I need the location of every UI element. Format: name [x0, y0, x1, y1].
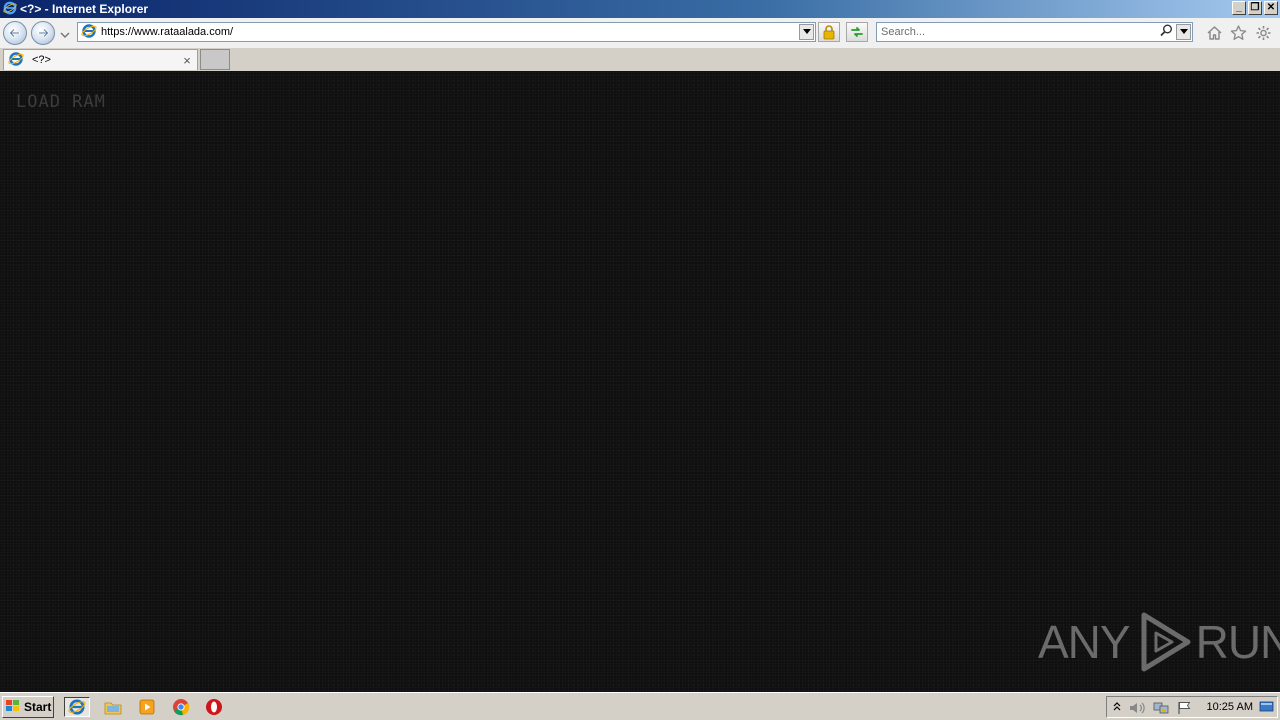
opera-icon	[206, 699, 222, 715]
play-logo-icon	[1141, 612, 1191, 672]
start-button[interactable]: Start	[2, 696, 54, 718]
lock-icon	[823, 25, 835, 40]
action-center-flag-icon[interactable]	[1177, 701, 1193, 718]
system-tray: 10:25 AM	[1106, 696, 1278, 718]
search-dropdown-button[interactable]	[1176, 24, 1191, 40]
search-box[interactable]	[876, 22, 1193, 42]
anyrun-watermark: ANY RUN	[1038, 611, 1280, 673]
taskbar-media-player[interactable]	[134, 697, 160, 717]
start-label: Start	[24, 700, 52, 714]
refresh-button[interactable]	[846, 22, 868, 42]
show-desktop-icon[interactable]	[1259, 701, 1274, 716]
tab-active[interactable]: <?> ×	[3, 49, 198, 70]
tab-label: <?>	[32, 54, 51, 66]
close-button[interactable]: ✕	[1264, 1, 1278, 15]
url-text[interactable]: https://www.rataalada.com/	[101, 26, 799, 38]
media-player-icon	[139, 699, 155, 715]
restore-button[interactable]: ❐	[1248, 1, 1262, 15]
chevron-down-icon	[802, 29, 811, 34]
home-icon[interactable]	[1206, 25, 1223, 44]
page-content: LOAD RAM ANY RUN	[0, 71, 1280, 692]
window-title: <?> - Internet Explorer	[20, 2, 149, 16]
watermark-left-text: ANY	[1038, 616, 1131, 668]
taskbar-internet-explorer[interactable]	[64, 697, 90, 717]
forward-button[interactable]	[31, 21, 55, 45]
new-tab-button[interactable]	[200, 49, 230, 70]
network-icon[interactable]	[1153, 701, 1169, 718]
security-lock-button[interactable]	[818, 22, 840, 42]
show-hidden-icons-icon[interactable]	[1113, 701, 1121, 716]
chevron-down-icon	[1179, 29, 1188, 34]
minimize-button[interactable]: _	[1232, 1, 1246, 15]
taskbar-file-explorer[interactable]	[100, 697, 126, 717]
taskbar: Start 10:25 AM	[0, 692, 1280, 720]
window-controls: _ ❐ ✕	[1232, 1, 1278, 15]
search-icon[interactable]	[1160, 24, 1173, 40]
load-ram-text: LOAD RAM	[16, 92, 106, 112]
volume-icon[interactable]	[1129, 701, 1147, 718]
windows-logo-icon	[5, 699, 21, 716]
search-input[interactable]	[877, 25, 1160, 39]
internet-explorer-icon	[8, 51, 24, 70]
navigation-bar: https://www.rataalada.com/	[0, 18, 1280, 49]
internet-explorer-icon	[68, 699, 86, 715]
back-button[interactable]	[3, 21, 27, 45]
watermark-right-text: RUN	[1195, 616, 1280, 668]
history-dropdown-icon[interactable]	[60, 28, 70, 42]
forward-arrow-icon	[37, 28, 49, 38]
chrome-icon	[173, 699, 190, 716]
address-dropdown-button[interactable]	[799, 24, 814, 40]
settings-gear-icon[interactable]	[1255, 25, 1272, 44]
refresh-icon	[851, 27, 863, 37]
clock[interactable]: 10:25 AM	[1207, 701, 1253, 713]
address-bar[interactable]: https://www.rataalada.com/	[77, 22, 816, 42]
tab-close-button[interactable]: ×	[180, 53, 194, 68]
favorites-star-icon[interactable]	[1230, 25, 1247, 44]
taskbar-opera[interactable]	[201, 697, 227, 717]
file-explorer-icon	[104, 702, 122, 715]
internet-explorer-icon	[81, 23, 97, 42]
internet-explorer-icon	[3, 1, 17, 18]
title-bar: <?> - Internet Explorer _ ❐ ✕	[0, 0, 1280, 18]
tab-bar: <?> ×	[0, 48, 1280, 71]
taskbar-chrome[interactable]	[168, 697, 194, 717]
back-arrow-icon	[9, 28, 21, 38]
